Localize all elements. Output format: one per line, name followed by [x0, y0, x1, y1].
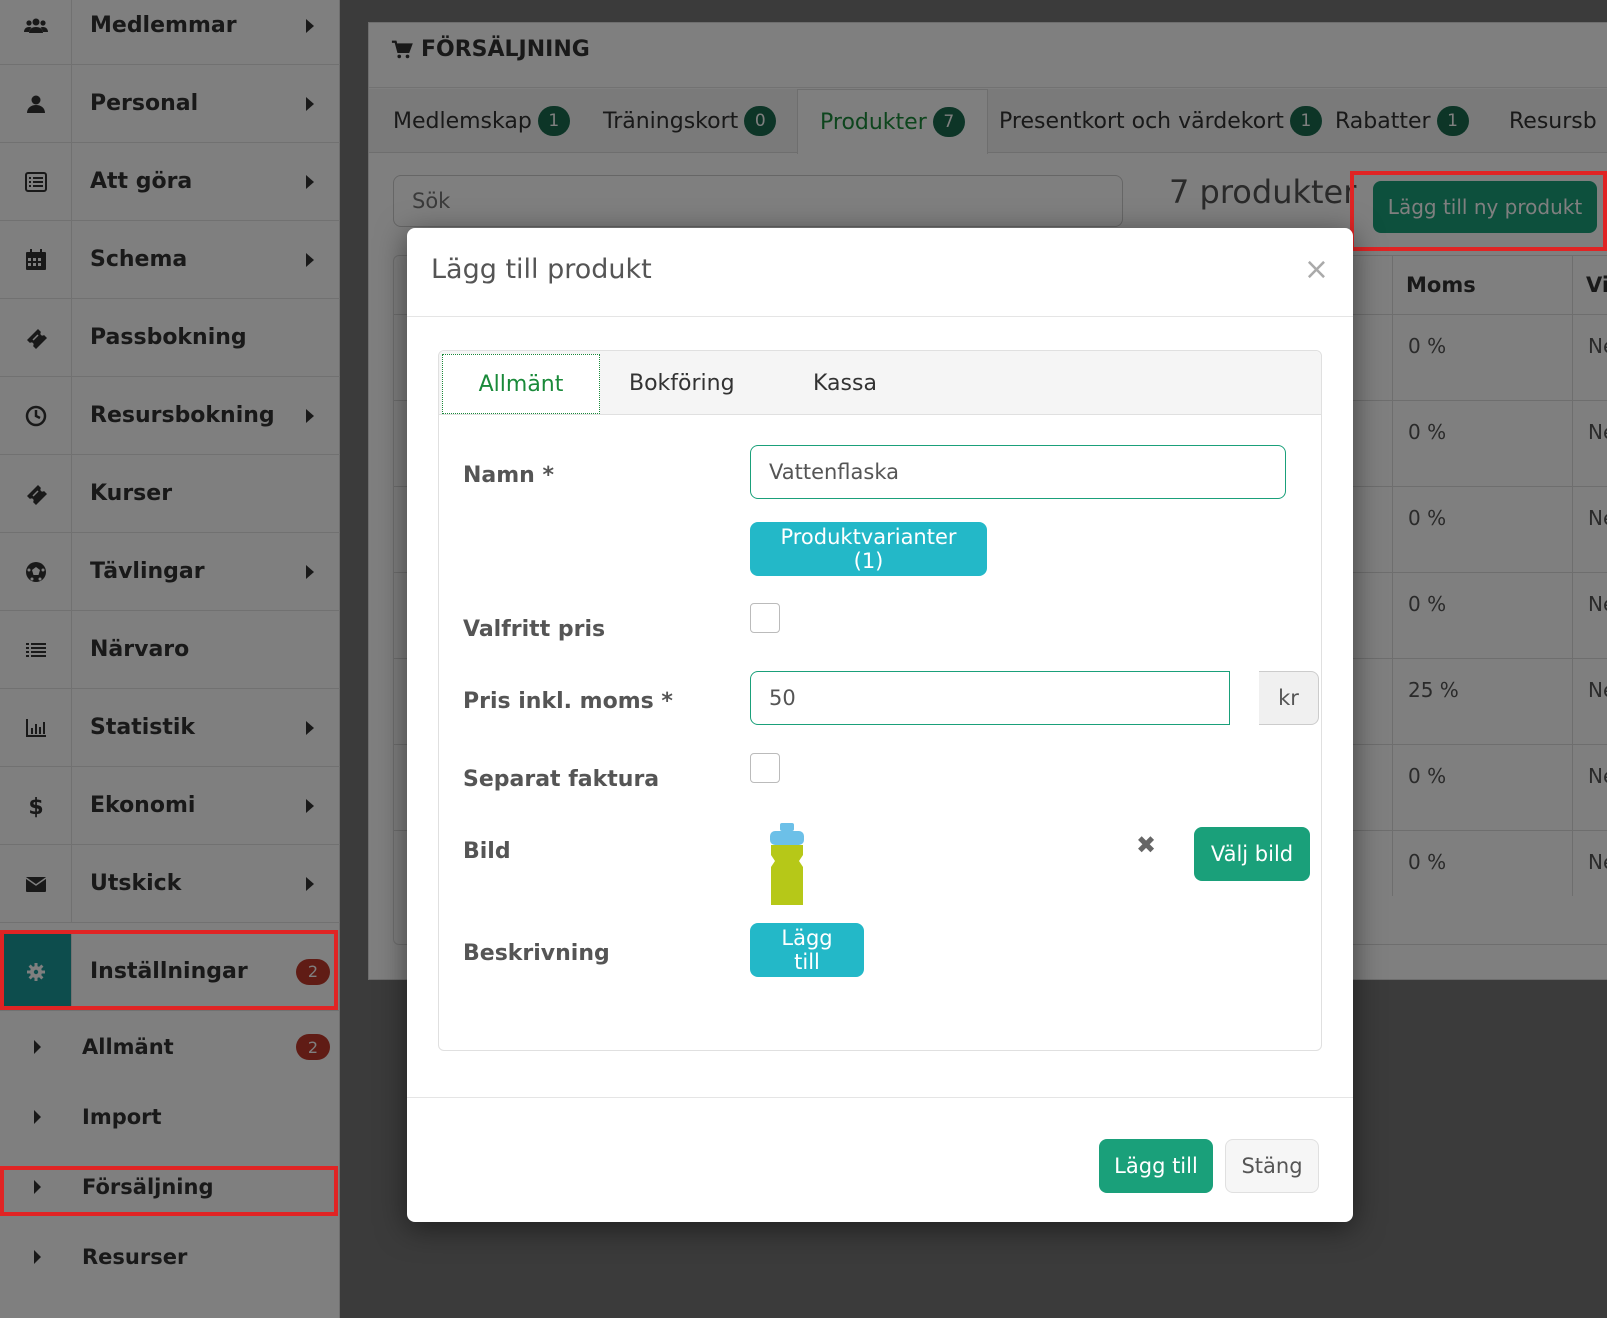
tab-allmant[interactable]: Allmänt: [442, 354, 600, 414]
add-product-submit-button[interactable]: Lägg till: [1099, 1139, 1213, 1193]
close-modal-button[interactable]: Stäng: [1225, 1139, 1319, 1193]
add-product-modal: Lägg till produkt × Allmänt Bokföring Ka…: [407, 228, 1353, 1222]
tab-kassa[interactable]: Kassa: [813, 351, 877, 415]
optional-price-label: Valfritt pris: [463, 617, 606, 642]
modal-title: Lägg till produkt: [431, 254, 652, 285]
remove-image-icon[interactable]: ✖: [1136, 831, 1156, 859]
price-label: Pris inkl. moms *: [463, 689, 673, 714]
product-variants-button[interactable]: Produktvarianter (1): [750, 522, 987, 576]
name-input[interactable]: [750, 445, 1286, 499]
tab-bokforing[interactable]: Bokföring: [629, 351, 735, 415]
close-icon[interactable]: ×: [1304, 252, 1329, 287]
price-unit-addon: kr: [1259, 671, 1319, 725]
price-input[interactable]: [750, 671, 1230, 725]
product-form-tabs: Allmänt Bokföring Kassa: [439, 351, 1321, 415]
add-description-button[interactable]: Lägg till: [750, 923, 864, 977]
separate-invoice-label: Separat faktura: [463, 767, 660, 792]
separate-invoice-checkbox[interactable]: [750, 753, 780, 783]
name-label: Namn *: [463, 463, 555, 488]
optional-price-checkbox[interactable]: [750, 603, 780, 633]
description-label: Beskrivning: [463, 941, 610, 966]
choose-image-button[interactable]: Välj bild: [1194, 827, 1310, 881]
image-label: Bild: [463, 839, 511, 864]
product-form-card: Allmänt Bokföring Kassa Namn * Produktva…: [438, 350, 1322, 1051]
water-bottle-image: [770, 823, 804, 905]
